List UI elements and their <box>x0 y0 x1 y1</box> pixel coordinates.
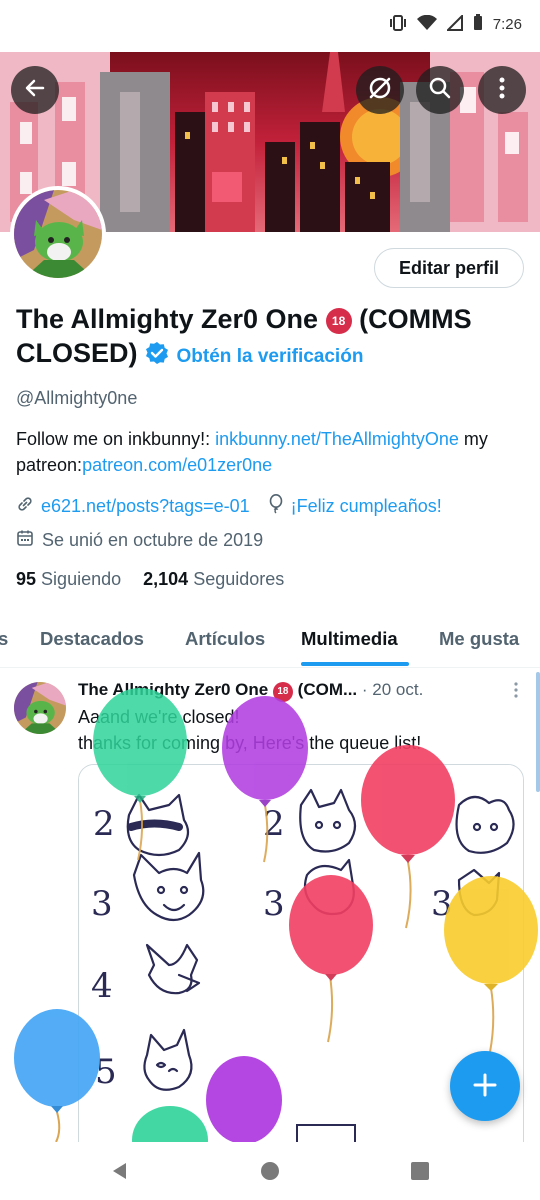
tweet-text-line: Aaand we're closed! <box>78 707 240 727</box>
square-recents-icon <box>410 1162 430 1185</box>
profile-joined: Se unió en octubre de 2019 <box>16 529 263 552</box>
back-arrow-icon <box>23 76 47 105</box>
profile-avatar[interactable] <box>10 186 106 282</box>
queue-number: 2 <box>263 804 285 844</box>
more-vertical-icon <box>514 682 518 702</box>
following-count: 95 <box>16 569 37 589</box>
tab-replies[interactable]: s <box>0 628 8 650</box>
link-icon <box>16 495 34 518</box>
profile-birthday: ¡Feliz cumpleaños! <box>268 494 442 519</box>
birthday-link[interactable]: ¡Feliz cumpleaños! <box>291 496 442 517</box>
plus-icon <box>472 1065 498 1108</box>
battery-icon <box>473 14 483 35</box>
profile-tabs: s Destacados Artículos Multimedia Me gus… <box>0 614 540 668</box>
get-verified-link[interactable]: Obtén la verificación <box>177 346 364 367</box>
queue-number: 5 <box>95 1052 117 1092</box>
search-icon <box>428 76 452 105</box>
following-label: Siguiendo <box>41 569 122 589</box>
tab-highlights[interactable]: Destacados <box>40 628 144 650</box>
followers-stat[interactable]: 2,104 Seguidores <box>143 569 284 590</box>
age-restriction-badge: 18 <box>325 308 352 334</box>
slashed-circle-icon <box>367 75 393 106</box>
queue-number: 2 <box>93 804 115 844</box>
compose-tweet-button[interactable] <box>450 1051 520 1121</box>
tab-likes[interactable]: Me gusta <box>439 628 519 650</box>
avatar <box>14 190 102 278</box>
status-bar: 7:26 <box>0 0 540 52</box>
followers-label: Seguidores <box>193 569 285 589</box>
wifi-icon <box>416 14 437 35</box>
bio-text-prefix: Follow me on inkbunny!: <box>16 429 216 449</box>
search-button[interactable] <box>416 66 464 114</box>
profile-meta-row: e621.net/posts?tags=e-01 ¡Feliz cumpleañ… <box>16 494 442 519</box>
followers-count: 2,104 <box>143 569 189 589</box>
tweet-author-name[interactable]: The Allmighty Zer0 One <box>78 680 268 699</box>
bio-link-patreon[interactable]: patreon.com/e01zer0ne <box>82 455 272 475</box>
profile-handle: @Allmighty0ne <box>16 388 138 408</box>
tweet-text: Aaand we're closed! thanks for coming by… <box>78 704 518 756</box>
tab-media[interactable]: Multimedia <box>301 628 398 650</box>
queue-number: 3 <box>91 884 113 924</box>
circle-home-icon <box>260 1162 280 1185</box>
profile-name-text: The Allmighty Zer0 One <box>16 304 319 334</box>
website-link[interactable]: e621.net/posts?tags=e-01 <box>41 496 250 517</box>
following-stat[interactable]: 95 Siguiendo <box>16 569 121 590</box>
bio-link-inkbunny[interactable]: inkbunny.net/TheAllmightyOne <box>215 429 459 449</box>
vibrate-icon <box>389 14 407 35</box>
tweet-author-suffix: (COM... <box>297 680 358 699</box>
nav-home-button[interactable] <box>260 1161 280 1186</box>
tweet-date[interactable]: · 20 oct. <box>362 680 423 699</box>
nav-recents-button[interactable] <box>410 1161 430 1186</box>
queue-number: 3 <box>263 884 285 924</box>
queue-number: 4 <box>91 966 113 1006</box>
verified-badge-icon[interactable] <box>145 339 169 373</box>
signal-icon <box>445 13 463 35</box>
tweet-age-badge: 18 <box>272 682 293 702</box>
profile-bio: Follow me on inkbunny!: inkbunny.net/The… <box>16 426 526 478</box>
active-tab-indicator <box>301 662 409 666</box>
scrollbar[interactable] <box>536 672 540 792</box>
balloon-icon <box>268 494 284 519</box>
tweet-more-button[interactable] <box>514 682 518 703</box>
follow-stats: 95 Siguiendo 2,104 Seguidores <box>16 569 284 590</box>
status-time: 7:26 <box>492 16 522 33</box>
queue-number: 3 <box>431 884 453 924</box>
triangle-back-icon <box>110 1163 128 1185</box>
more-vertical-icon <box>499 77 505 104</box>
nav-back-button[interactable] <box>110 1161 128 1186</box>
tweet-author-avatar[interactable] <box>14 682 66 734</box>
tab-articles[interactable]: Artículos <box>185 628 265 650</box>
tweet-header: The Allmighty Zer0 One 18 (COM... · 20 o… <box>78 680 498 702</box>
profile-website: e621.net/posts?tags=e-01 <box>16 495 250 518</box>
tweet-text-line: thanks for coming by, Here's the queue l… <box>78 733 422 753</box>
calendar-icon <box>16 529 34 552</box>
android-nav-bar <box>0 1142 540 1200</box>
unfollow-block-button[interactable] <box>356 66 404 114</box>
edit-profile-button[interactable]: Editar perfil <box>374 248 524 288</box>
back-button[interactable] <box>11 66 59 114</box>
more-options-button[interactable] <box>478 66 526 114</box>
joined-date: Se unió en octubre de 2019 <box>42 530 264 550</box>
profile-name: The Allmighty Zer0 One 18 (COMMS CLOSED)… <box>16 302 526 374</box>
